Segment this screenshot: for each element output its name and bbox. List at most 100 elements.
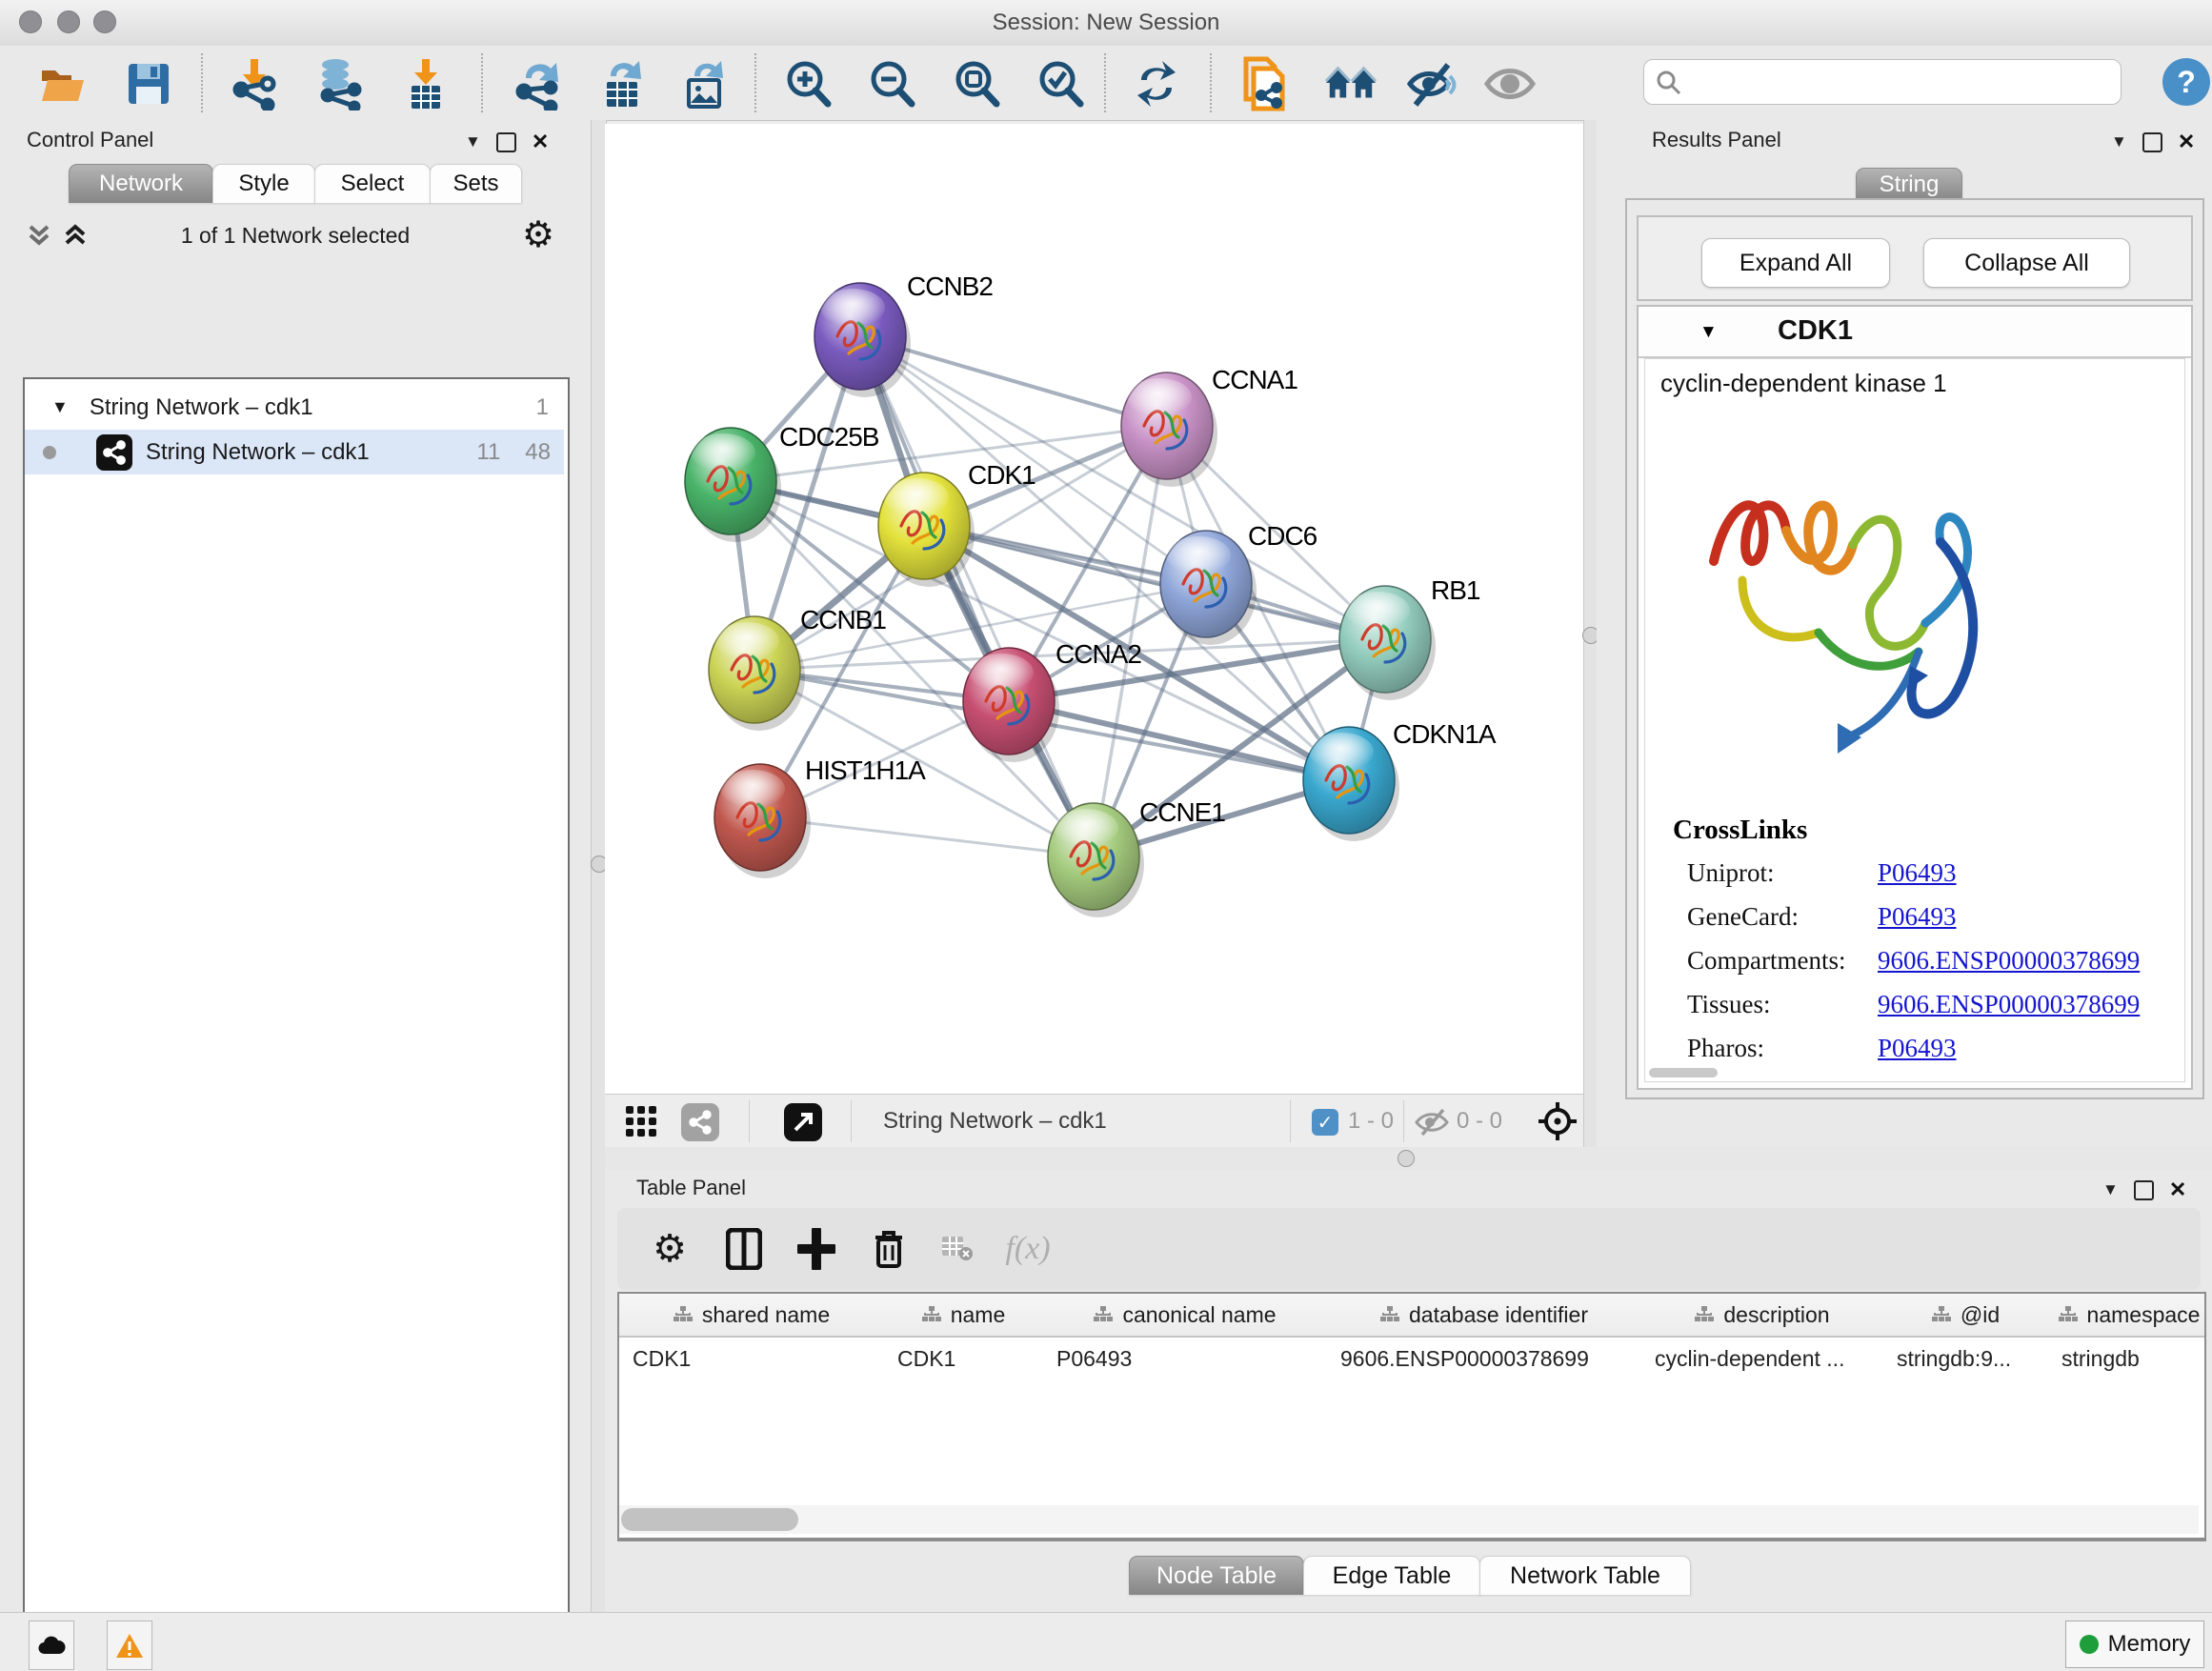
float-panel-icon[interactable]: ▼ (2111, 132, 2127, 151)
apply-layout-icon[interactable] (1130, 57, 1183, 111)
collection-expand-icon[interactable]: ▼ (51, 397, 69, 417)
column-header-database-identifier[interactable]: database identifier (1327, 1294, 1642, 1338)
node-CDKN1A[interactable] (1303, 727, 1399, 841)
import-table-icon[interactable] (399, 57, 452, 111)
network-clipboard-icon[interactable] (1238, 57, 1292, 111)
warnings-button[interactable] (107, 1621, 152, 1670)
tab-sets[interactable]: Sets (430, 164, 522, 203)
cloud-button[interactable] (29, 1621, 74, 1670)
crosslink-value[interactable]: P06493 (1878, 902, 1957, 932)
node-CCNB1[interactable] (709, 616, 805, 731)
node-CDC6[interactable] (1160, 531, 1257, 645)
import-network-file-icon[interactable] (229, 57, 282, 111)
column-header--id[interactable]: @id (1883, 1294, 2049, 1338)
maximize-panel-icon[interactable] (2134, 1180, 2154, 1200)
tab-node-table[interactable]: Node Table (1129, 1556, 1304, 1595)
float-panel-icon[interactable]: ▼ (465, 132, 481, 151)
network-graph[interactable]: CCNB2CCNA1CDC25BCDK1CDC6RB1CCNB1CCNA2CDK… (605, 124, 1583, 1094)
show-eye-icon[interactable] (1483, 57, 1537, 111)
node-CDK1[interactable] (878, 473, 975, 587)
zoom-selected-icon[interactable] (1034, 57, 1087, 111)
table-cell[interactable]: stringdb:9... (1883, 1338, 2048, 1379)
close-panel-icon[interactable]: ✕ (2169, 1178, 2186, 1202)
horizontal-splitter[interactable] (605, 1147, 2212, 1170)
tab-edge-table[interactable]: Edge Table (1303, 1556, 1480, 1595)
table-cell[interactable]: CDK1 (884, 1338, 1043, 1379)
table-hscrollbar[interactable] (619, 1505, 2199, 1534)
table-cell[interactable]: 9606.ENSP00000378699 (1327, 1338, 1641, 1379)
column-header-description[interactable]: description (1641, 1294, 1884, 1338)
search-input[interactable] (1688, 64, 2111, 100)
node-RB1[interactable] (1339, 586, 1436, 700)
import-network-database-icon[interactable] (313, 57, 367, 111)
node-HIST1H1A[interactable] (714, 764, 811, 878)
zoom-out-icon[interactable] (865, 57, 918, 111)
hide-glass-icon[interactable] (1406, 57, 1459, 111)
node-CCNB2[interactable] (814, 283, 911, 397)
crosslink-value[interactable]: P06493 (1878, 858, 1957, 888)
node-CDC25B[interactable] (685, 428, 781, 542)
crosslink-value[interactable]: 9606.ENSP00000378699 (1878, 946, 2140, 976)
results-scrollbar-thumb[interactable] (1649, 1068, 1718, 1077)
add-column-icon[interactable] (791, 1223, 842, 1275)
node-CCNA1[interactable] (1121, 372, 1217, 487)
birdseye-icon[interactable] (1537, 1100, 1579, 1142)
table-hscrollbar-thumb[interactable] (621, 1508, 798, 1531)
column-header-namespace[interactable]: namespace (2048, 1294, 2206, 1338)
help-button[interactable]: ? (2162, 58, 2210, 106)
delete-column-icon[interactable] (863, 1223, 915, 1275)
column-header-canonical-name[interactable]: canonical name (1043, 1294, 1328, 1338)
expand-all-button[interactable]: Expand All (1701, 238, 1890, 288)
detach-view-icon[interactable] (784, 1103, 822, 1141)
close-panel-icon[interactable]: ✕ (532, 130, 549, 154)
network-share-view-icon[interactable] (681, 1103, 719, 1141)
table-cell[interactable]: CDK1 (619, 1338, 884, 1379)
export-table-icon[interactable] (596, 57, 650, 111)
zoom-in-icon[interactable] (781, 57, 835, 111)
open-session-icon[interactable] (36, 57, 90, 111)
save-session-icon[interactable] (122, 57, 175, 111)
expand-all-icon[interactable] (61, 221, 90, 250)
tab-network-table[interactable]: Network Table (1479, 1556, 1691, 1595)
tab-network[interactable]: Network (69, 164, 213, 203)
maximize-panel-icon[interactable] (496, 132, 516, 152)
node-CCNA2[interactable] (963, 648, 1059, 762)
grid-view-icon[interactable] (626, 1106, 658, 1138)
cdk1-section-header[interactable]: ▼ CDK1 (1639, 307, 2191, 358)
table-panel: Table Panel ▼ ✕ ⚙ f(x) shared namenameca… (605, 1170, 2212, 1612)
table-cell[interactable]: cyclin-dependent ... (1641, 1338, 1883, 1379)
horizontal-splitter-handle[interactable] (1398, 1150, 1415, 1167)
crosslink-value[interactable]: P06493 (1878, 1034, 1957, 1063)
memory-button[interactable]: Memory (2065, 1621, 2204, 1668)
column-header-shared-name[interactable]: shared name (619, 1294, 885, 1338)
table-settings-gear-icon[interactable]: ⚙ (644, 1223, 695, 1275)
toolbar-separator (1210, 53, 1212, 112)
maximize-panel-icon[interactable] (2142, 132, 2162, 152)
export-image-icon[interactable] (678, 57, 732, 111)
collapse-all-icon[interactable] (25, 221, 53, 250)
tab-select[interactable]: Select (314, 164, 431, 203)
network-row[interactable]: String Network – cdk1 11 48 (25, 430, 564, 474)
export-network-icon[interactable] (512, 57, 565, 111)
tab-style[interactable]: Style (212, 164, 315, 203)
selected-checkbox-icon[interactable]: ✓ (1312, 1109, 1338, 1136)
window-title: Session: New Session (0, 10, 2212, 36)
collapse-all-button[interactable]: Collapse All (1923, 238, 2130, 288)
string-home-icon[interactable] (1324, 57, 1377, 111)
table-cell[interactable]: stringdb (2048, 1338, 2206, 1379)
zoom-fit-icon[interactable] (950, 57, 1003, 111)
hidden-eye-icon[interactable] (1415, 1108, 1449, 1137)
show-columns-icon[interactable] (718, 1223, 770, 1275)
node-CCNE1[interactable] (1048, 803, 1144, 917)
column-header-name[interactable]: name (884, 1294, 1044, 1338)
node-table[interactable]: shared namenamecanonical namedatabase id… (617, 1292, 2206, 1541)
close-panel-icon[interactable]: ✕ (2178, 130, 2195, 154)
table-cell[interactable]: P06493 (1043, 1338, 1327, 1379)
tab-string[interactable]: String (1856, 168, 1962, 201)
network-canvas[interactable]: CCNB2CCNA1CDC25BCDK1CDC6RB1CCNB1CCNA2CDK… (605, 124, 1583, 1094)
network-collection-row[interactable]: ▼ String Network – cdk1 1 (25, 385, 564, 430)
crosslink-value[interactable]: 9606.ENSP00000378699 (1878, 990, 2140, 1019)
section-collapse-icon[interactable]: ▼ (1699, 322, 1718, 343)
float-panel-icon[interactable]: ▼ (2102, 1180, 2119, 1199)
network-options-gear-icon[interactable]: ⚙ (522, 213, 554, 256)
